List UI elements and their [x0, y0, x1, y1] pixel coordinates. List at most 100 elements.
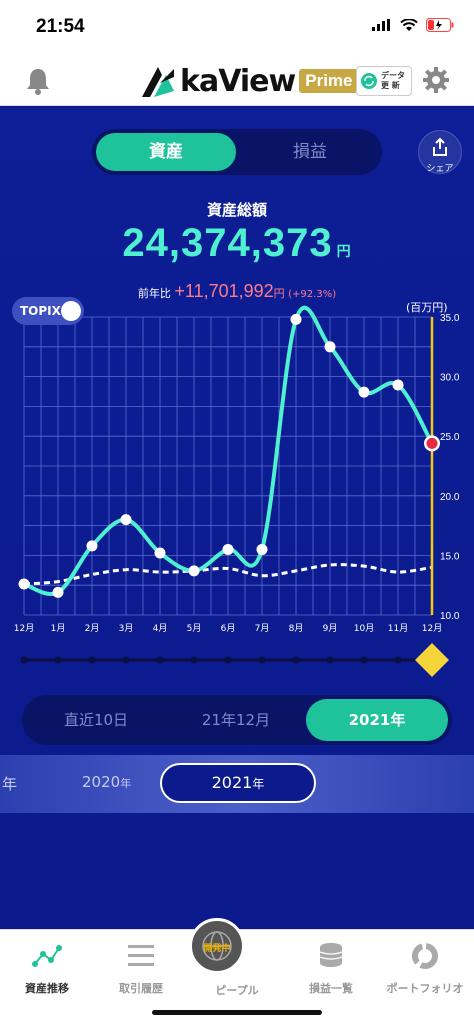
timeline-dot: [156, 656, 164, 664]
y-tick-label: 35.0: [440, 313, 460, 324]
range-tab-month[interactable]: 21年12月: [166, 699, 306, 741]
y-tick-label: 30.0: [440, 373, 460, 384]
main-panel: 資産 損益 シェア 資産総額 24,374,373 円 前年比 +11,701,9…: [0, 107, 474, 929]
toggle-assets[interactable]: 資産: [96, 133, 236, 171]
timeline-dot: [292, 656, 300, 664]
data-point: [52, 586, 64, 598]
x-tick-label: 11月: [388, 623, 408, 634]
x-tick-label: 4月: [153, 623, 168, 634]
total-assets-label: 資産総額: [206, 201, 267, 219]
tab-trade-history[interactable]: 取引履歴: [94, 942, 188, 996]
range-tabs: 直近10日 21年12月 2021年: [22, 695, 452, 745]
app-header: kaView Prime データ 更 新: [0, 58, 474, 106]
x-tick-label: 3月: [119, 623, 134, 634]
data-point: [188, 565, 200, 577]
timeline-dot: [122, 656, 130, 664]
tab-pnl-list[interactable]: 損益一覧: [284, 942, 378, 996]
timeline-dot: [326, 656, 334, 664]
data-point: [290, 313, 302, 325]
prime-badge: Prime: [299, 69, 359, 93]
total-assets-value: 24,374,373 円: [0, 221, 474, 266]
timeline-dot: [394, 656, 402, 664]
data-update-button[interactable]: データ 更 新: [356, 66, 412, 96]
tab-people[interactable]: 開発中 ピープル: [189, 918, 284, 998]
y-tick-label: 10.0: [440, 611, 460, 622]
tab-asset-trend-label: 資産推移: [25, 982, 69, 995]
data-point: [256, 543, 268, 555]
tab-portfolio-label: ポートフォリオ: [386, 982, 464, 995]
x-tick-label: 8月: [289, 623, 304, 634]
data-point: [358, 386, 370, 398]
data-update-label: データ 更 新: [381, 71, 405, 90]
topix-toggle[interactable]: TOPIX: [12, 297, 84, 325]
data-point: [86, 540, 98, 552]
range-tab-recent-10-days[interactable]: 直近10日: [26, 699, 166, 741]
topix-toggle-knob: [61, 301, 81, 321]
data-point: [222, 543, 234, 555]
bottom-tab-bar: 資産推移 取引履歴 開発中 ピープル 損益一覧 ポートフォリオ: [0, 918, 474, 1024]
timeline-handle: [415, 643, 449, 677]
x-tick-label: 5月: [187, 623, 202, 634]
year-item-partial[interactable]: 年: [2, 773, 17, 794]
timeline-dot: [360, 656, 368, 664]
timeline-dot: [190, 656, 198, 664]
toggle-pnl[interactable]: 損益: [242, 133, 378, 171]
year-2020-suffix: 年: [120, 777, 132, 790]
gear-icon[interactable]: [422, 66, 450, 94]
data-point: [120, 514, 132, 526]
share-label: シェア: [426, 164, 454, 174]
bell-icon[interactable]: [24, 66, 52, 96]
asset-chart[interactable]: 35.0 30.0 25.0 20.0 15.0 10.0 (百万円) 12月 1月 2月 3月 4月…: [0, 297, 474, 677]
year-item-2020[interactable]: 2020年: [82, 773, 131, 791]
total-assets-number: 24,374,373: [122, 221, 333, 265]
y-tick-label: 15.0: [440, 551, 460, 562]
x-tick-label: 6月: [221, 623, 236, 634]
logo-text: kaView: [180, 63, 296, 99]
timeline-dot: [20, 656, 28, 664]
in-development-badge: 開発中: [203, 944, 231, 954]
coins-icon: [319, 943, 343, 967]
tab-asset-trend[interactable]: 資産推移: [0, 942, 94, 996]
share-button[interactable]: シェア: [418, 130, 462, 174]
timeline-dot: [54, 656, 62, 664]
current-point: [426, 437, 438, 449]
tab-portfolio[interactable]: ポートフォリオ: [378, 942, 472, 996]
data-point: [154, 547, 166, 559]
x-tick-label: 12月: [14, 623, 34, 634]
y-tick-label: 20.0: [440, 492, 460, 503]
logo-mark-icon: [142, 67, 174, 97]
y-tick-label: 25.0: [440, 432, 460, 443]
list-icon: [128, 945, 154, 966]
x-tick-label: 7月: [255, 623, 270, 634]
x-tick-label: 9月: [323, 623, 338, 634]
y-axis-unit-label: (百万円): [406, 301, 448, 314]
timeline-dot: [88, 656, 96, 664]
chart-line-icon: [32, 945, 62, 967]
status-time: 21:54: [36, 16, 85, 37]
status-bar: 21:54: [0, 0, 474, 58]
asset-pnl-toggle: 資産 損益: [92, 129, 382, 175]
topix-label: TOPIX: [20, 304, 61, 318]
status-icons: [372, 18, 454, 32]
tab-trade-history-label: 取引履歴: [119, 982, 163, 995]
people-button[interactable]: 開発中: [189, 918, 245, 974]
timeline-dot: [224, 656, 232, 664]
signal-icon: [372, 19, 390, 31]
year-selector: 年 2020年 2021年: [0, 755, 474, 813]
battery-icon: [426, 18, 454, 32]
share-icon: [433, 137, 447, 156]
x-tick-label: 1月: [51, 623, 66, 634]
x-tick-label: 12月: [422, 623, 442, 634]
range-tab-year[interactable]: 2021年: [306, 699, 448, 741]
year-item-selected[interactable]: 2021年: [160, 763, 316, 803]
year-selected-number: 2021: [211, 773, 253, 792]
home-indicator: [152, 1010, 322, 1015]
year-selected-suffix: 年: [252, 777, 265, 791]
total-assets-unit: 円: [336, 243, 352, 259]
x-tick-label: 10月: [354, 623, 374, 634]
timeline-dot: [258, 656, 266, 664]
tab-people-label: ピープル: [215, 984, 259, 997]
app-logo: kaView Prime: [140, 60, 359, 102]
data-point: [324, 341, 336, 353]
data-point: [18, 578, 30, 590]
